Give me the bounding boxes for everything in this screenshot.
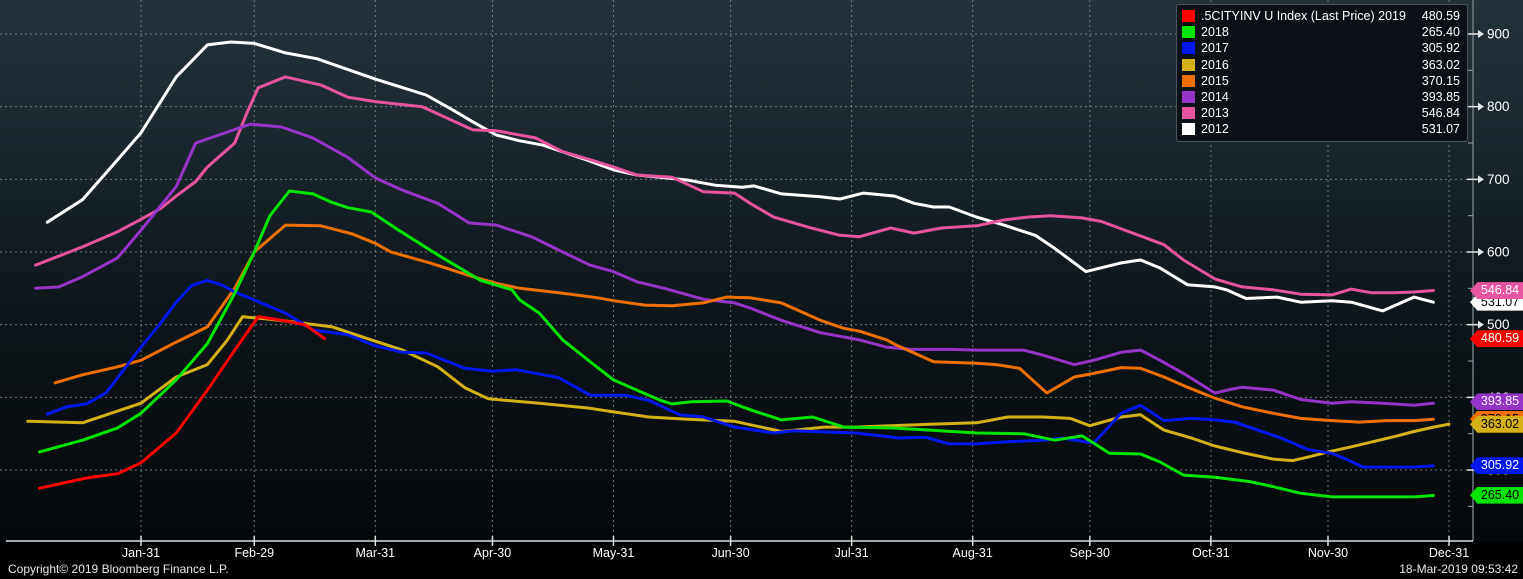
legend-swatch-2018	[1182, 26, 1195, 39]
x-tick-label-Sep-30: Sep-30	[1070, 546, 1110, 560]
last-value-chip-480.59: 480.59	[1470, 330, 1523, 348]
y-tick-label: 800	[1487, 99, 1510, 114]
legend-swatch-2013	[1182, 107, 1195, 120]
legend-swatch-2012	[1182, 123, 1195, 136]
legend-value-2017: 305.92	[1421, 41, 1460, 56]
legend-row-2015[interactable]: 2015 370.15	[1182, 73, 1460, 89]
x-tick-label-Jan-31: Jan-31	[122, 546, 160, 560]
legend-label-2012: 2012	[1201, 122, 1229, 137]
x-tick-label-Jun-30: Jun-30	[711, 546, 749, 560]
legend-value-2013: 546.84	[1421, 106, 1460, 121]
last-value-chip-393.85: 393.85	[1470, 393, 1523, 411]
x-tick-label-Nov-30: Nov-30	[1308, 546, 1348, 560]
x-tick-label-Jul-31: Jul-31	[835, 546, 869, 560]
legend-label-2014: 2014	[1201, 90, 1229, 105]
legend-swatch-2015	[1182, 74, 1195, 87]
last-value-chip-265.40: 265.40	[1470, 486, 1523, 504]
legend-row-2019[interactable]: .5CITYINV U Index (Last Price) 2019 480.…	[1182, 8, 1460, 24]
x-tick-label-Feb-29: Feb-29	[234, 546, 274, 560]
legend-row-2012[interactable]: 2012 531.07	[1182, 121, 1460, 137]
legend-value-2019: 480.59	[1421, 9, 1460, 24]
legend-label-2016: 2016	[1201, 57, 1229, 72]
legend-title: .5CITYINV U Index (Last Price) 2019	[1201, 9, 1406, 24]
legend-swatch-2017	[1182, 42, 1195, 55]
x-tick-label-Aug-31: Aug-31	[953, 546, 993, 560]
legend-row-2016[interactable]: 2016 363.02	[1182, 57, 1460, 73]
legend-label-2015: 2015	[1201, 73, 1229, 88]
legend-value-2015: 370.15	[1421, 73, 1460, 88]
legend-swatch-2016	[1182, 58, 1195, 71]
y-tick-label: 700	[1487, 172, 1510, 187]
legend-swatch-2014	[1182, 91, 1195, 104]
copyright-text: Copyright© 2019 Bloomberg Finance L.P.	[8, 562, 229, 576]
x-tick-label-May-31: May-31	[593, 546, 635, 560]
legend-row-2014[interactable]: 2014 393.85	[1182, 89, 1460, 105]
legend-swatch-2019	[1182, 10, 1195, 23]
legend-panel: .5CITYINV U Index (Last Price) 2019 480.…	[1176, 4, 1468, 142]
x-tick-label-Oct-31: Oct-31	[1192, 546, 1230, 560]
legend-value-2018: 265.40	[1421, 25, 1460, 40]
legend-row-2017[interactable]: 2017 305.92	[1182, 40, 1460, 56]
legend-row-2013[interactable]: 2013 546.84	[1182, 105, 1460, 121]
legend-value-2014: 393.85	[1421, 90, 1460, 105]
legend-row-2018[interactable]: 2018 265.40	[1182, 24, 1460, 40]
y-tick-label: 900	[1487, 27, 1510, 42]
legend-label-2013: 2013	[1201, 106, 1229, 121]
legend-label-2018: 2018	[1201, 25, 1229, 40]
legend-value-2012: 531.07	[1421, 122, 1460, 137]
legend-label-2017: 2017	[1201, 41, 1229, 56]
timestamp-text: 18-Mar-2019 09:53:42	[1399, 562, 1518, 576]
x-tick-label-Mar-31: Mar-31	[356, 546, 396, 560]
x-tick-label-Dec-31: Dec-31	[1429, 546, 1469, 560]
last-value-chip-305.92: 305.92	[1470, 457, 1523, 475]
y-tick-label: 500	[1487, 317, 1510, 332]
x-tick-label-Apr-30: Apr-30	[474, 546, 512, 560]
last-value-chip-363.02: 363.02	[1470, 415, 1523, 433]
legend-value-2016: 363.02	[1421, 57, 1460, 72]
last-value-chip-546.84: 546.84	[1470, 282, 1523, 300]
y-tick-label: 600	[1487, 245, 1510, 260]
